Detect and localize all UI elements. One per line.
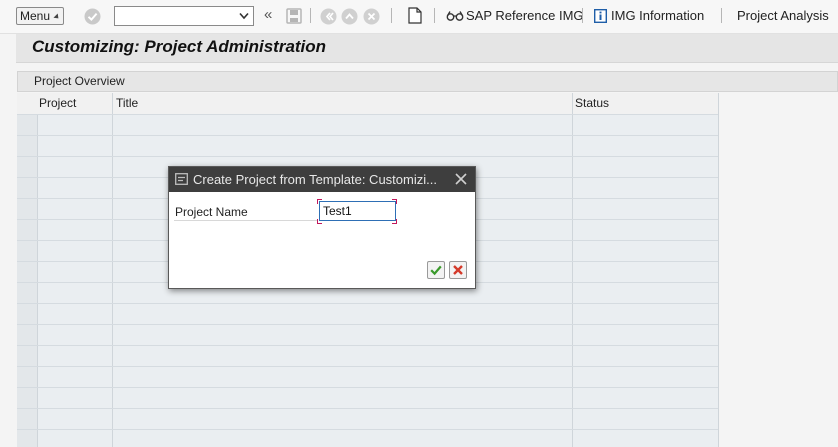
create-project-dialog: Create Project from Template: Customizi.…	[168, 166, 476, 289]
table-row	[17, 114, 718, 115]
continue-button[interactable]	[427, 261, 445, 279]
table-row	[17, 366, 718, 367]
project-name-input[interactable]	[319, 201, 396, 221]
column-divider	[572, 93, 573, 447]
double-chevron-left-icon[interactable]: «	[264, 6, 272, 23]
enter-checkmark-icon[interactable]	[84, 8, 101, 25]
exit-icon[interactable]	[341, 8, 358, 25]
column-header-status[interactable]: Status	[575, 96, 609, 110]
back-icon[interactable]	[320, 8, 337, 25]
red-x-icon	[453, 265, 463, 275]
sap-reference-img-label: SAP Reference IMG	[466, 8, 584, 23]
input-focus-corner	[392, 199, 397, 204]
menu-label: Menu	[20, 9, 51, 23]
application-toolbar: Menu « SAP Reference IMG IMG Information…	[0, 0, 838, 34]
table-header: Project Title Status	[17, 93, 718, 115]
green-checkmark-icon	[430, 265, 442, 276]
new-document-icon[interactable]	[408, 7, 422, 24]
input-focus-corner	[392, 219, 397, 224]
table-row	[17, 345, 718, 346]
glasses-icon	[446, 10, 464, 21]
table-row	[17, 387, 718, 388]
column-header-title[interactable]: Title	[116, 96, 138, 110]
img-information-button[interactable]: IMG Information	[594, 8, 704, 23]
table-row	[17, 408, 718, 409]
table-row	[17, 429, 718, 430]
cancel-icon[interactable]	[363, 8, 380, 25]
column-header-project[interactable]: Project	[39, 96, 76, 110]
input-focus-corner	[317, 199, 322, 204]
table-row	[17, 135, 718, 136]
toolbar-separator	[391, 8, 392, 23]
command-field[interactable]	[114, 6, 254, 26]
table-row	[17, 324, 718, 325]
menu-button[interactable]: Menu	[16, 7, 64, 25]
chevron-down-icon[interactable]	[239, 12, 249, 20]
close-icon[interactable]	[454, 172, 468, 186]
section-title: Project Overview	[34, 74, 125, 88]
toolbar-separator	[310, 8, 311, 23]
dialog-title: Create Project from Template: Customizi.…	[193, 172, 437, 187]
row-selector-column[interactable]	[17, 93, 38, 447]
project-overview-header: Project Overview	[17, 71, 838, 92]
save-icon[interactable]	[286, 8, 302, 24]
input-focus-corner	[317, 219, 322, 224]
cancel-button[interactable]	[449, 261, 467, 279]
table-row	[17, 156, 718, 157]
label-underline	[174, 220, 317, 221]
img-information-label: IMG Information	[611, 8, 705, 23]
table-row	[17, 303, 718, 304]
column-divider	[112, 93, 113, 447]
dialog-title-bar[interactable]: Create Project from Template: Customizi.…	[169, 167, 475, 192]
toolbar-separator	[434, 8, 435, 23]
sap-reference-img-button[interactable]: SAP Reference IMG	[446, 8, 584, 23]
project-name-label: Project Name	[175, 205, 248, 219]
info-icon	[594, 8, 607, 23]
menu-caret-icon	[53, 13, 61, 21]
project-analysis-label: Project Analysis	[737, 8, 829, 23]
page-title: Customizing: Project Administration	[32, 37, 327, 56]
toolbar-separator	[721, 8, 722, 23]
toolbar-separator	[582, 8, 583, 23]
project-analysis-button[interactable]: Project Analysis	[737, 8, 829, 23]
title-bar: Customizing: Project Administration	[16, 34, 838, 63]
dialog-window-icon	[175, 173, 188, 185]
